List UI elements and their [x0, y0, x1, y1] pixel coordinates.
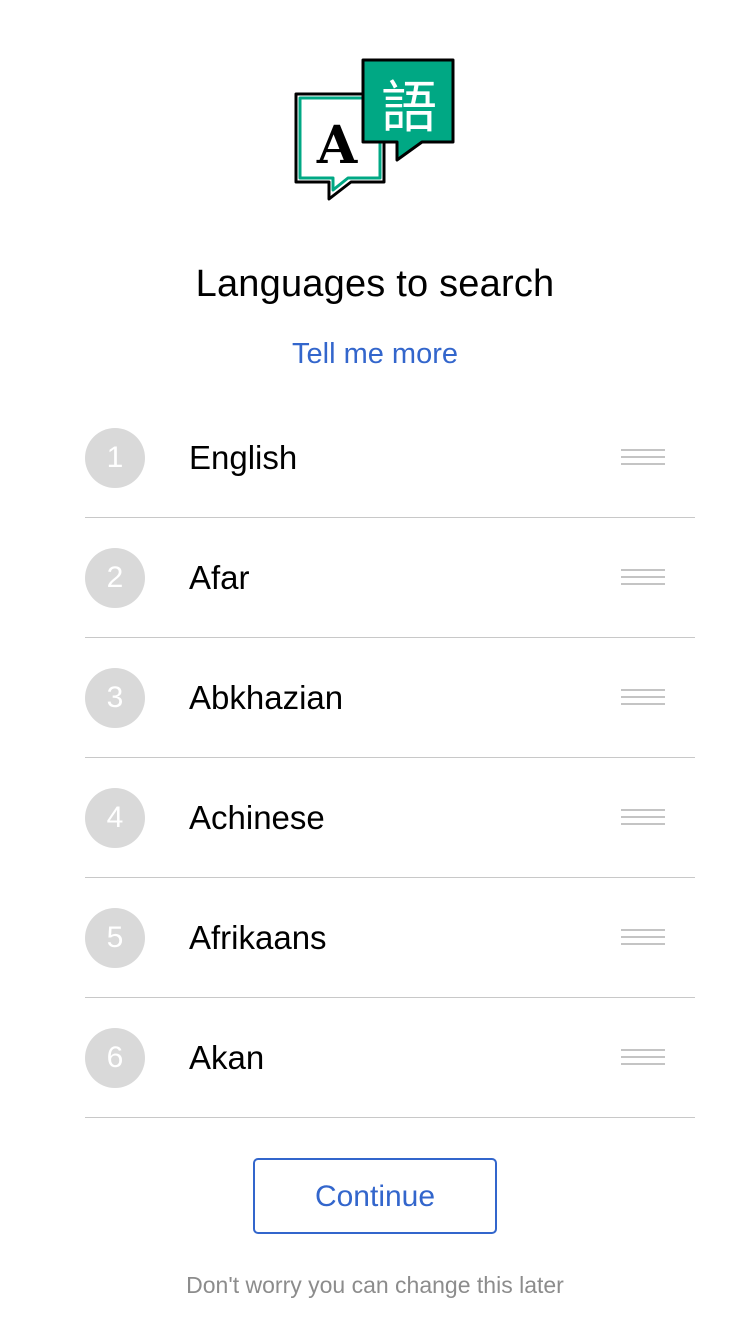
rank-badge: 6 — [85, 1027, 145, 1088]
page-title: Languages to search — [195, 263, 555, 305]
language-name: Afar — [189, 558, 250, 596]
list-item[interactable]: 3 Abkhazian — [85, 638, 695, 758]
translate-icon: A 語 — [294, 58, 455, 201]
rank-badge: 3 — [85, 667, 145, 728]
list-item[interactable]: 6 Akan — [85, 998, 695, 1118]
language-name: Abkhazian — [189, 678, 344, 716]
language-list: 1 English 2 Afar 3 Abkhazian 4 Achinese … — [85, 398, 695, 1118]
footer-note: Don't worry you can change this later — [186, 1272, 564, 1298]
list-item[interactable]: 5 Afrikaans — [85, 878, 695, 998]
language-name: English — [189, 438, 298, 476]
drag-handle-icon[interactable] — [621, 568, 665, 587]
list-item[interactable]: 4 Achinese — [85, 758, 695, 878]
drag-handle-icon[interactable] — [621, 808, 665, 827]
rank-badge: 1 — [85, 427, 145, 488]
drag-handle-icon[interactable] — [621, 448, 665, 467]
list-item[interactable]: 1 English — [85, 398, 695, 518]
rank-badge: 2 — [85, 547, 145, 608]
continue-button[interactable]: Continue — [253, 1158, 497, 1234]
rank-badge: 4 — [85, 787, 145, 848]
language-name: Achinese — [189, 798, 325, 836]
tell-me-more-link[interactable]: Tell me more — [0, 336, 750, 372]
language-name: Akan — [189, 1038, 265, 1076]
logo-container: A 語 — [0, 56, 750, 204]
drag-handle-icon[interactable] — [621, 688, 665, 707]
rank-badge: 5 — [85, 907, 145, 968]
list-item[interactable]: 2 Afar — [85, 518, 695, 638]
drag-handle-icon[interactable] — [621, 928, 665, 947]
drag-handle-icon[interactable] — [621, 1048, 665, 1067]
logo-cjk-glyph: 語 — [381, 76, 437, 141]
logo-latin-glyph: A — [316, 115, 358, 176]
language-name: Afrikaans — [189, 918, 327, 956]
